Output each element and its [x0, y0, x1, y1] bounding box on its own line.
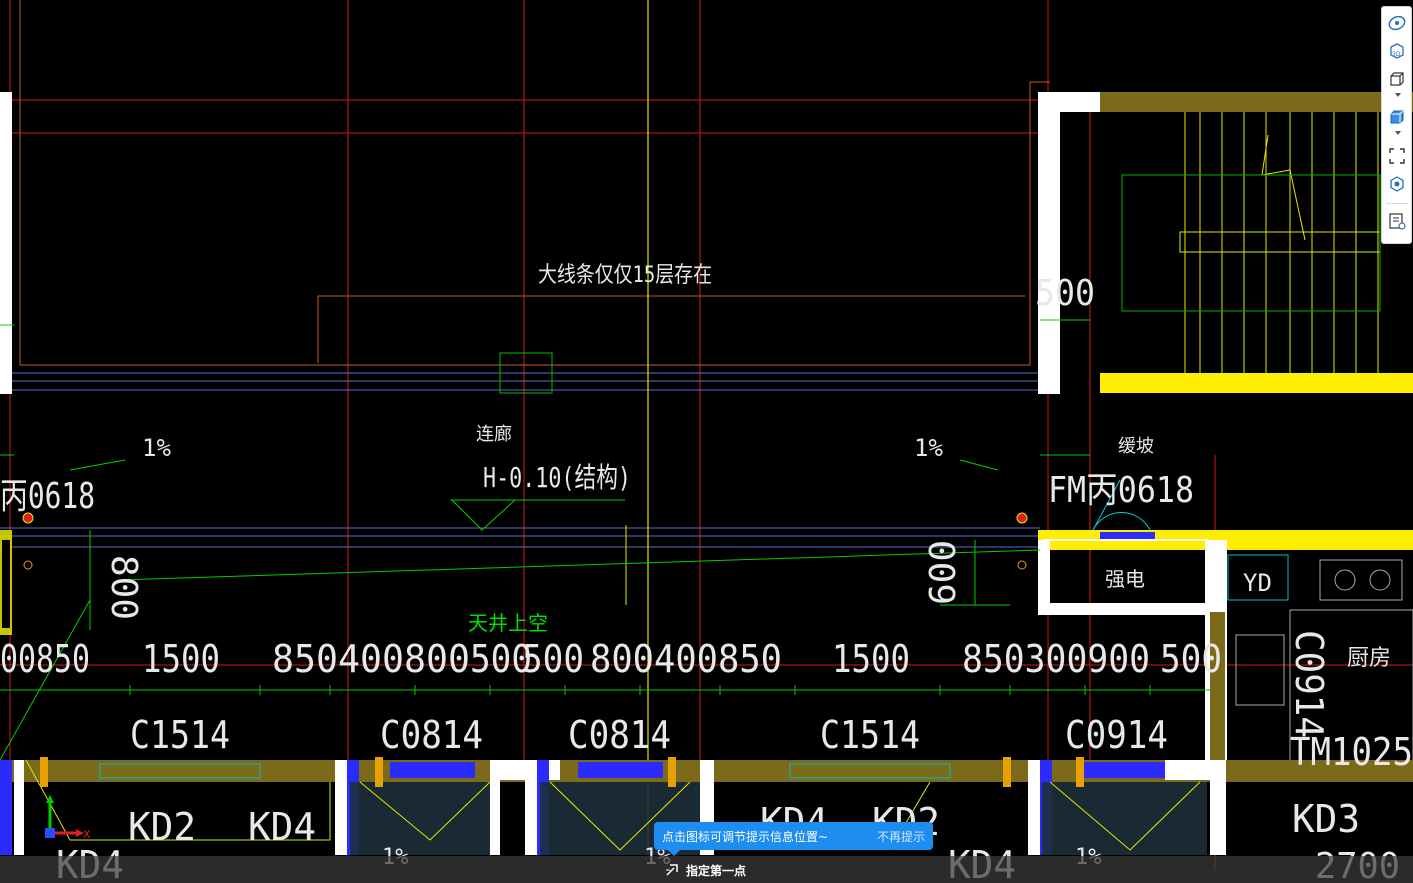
cad-drawing-canvas[interactable]: 大线条仅仅15层存在 连廊 H-0.10(结构) 1% 1% 丙0618 FM丙… — [0, 0, 1413, 883]
view-3d-icon: 3D — [1390, 43, 1404, 59]
orbit-button[interactable] — [1385, 12, 1409, 34]
elevation-symbol — [450, 499, 625, 531]
fullscreen-icon — [1389, 148, 1405, 164]
chevron-down-icon[interactable] — [1395, 131, 1401, 135]
command-prompt-text: 指定第一点 — [686, 863, 747, 878]
tip-dismiss-link[interactable]: 不再提示 — [877, 828, 925, 845]
window-label: C0814 — [380, 713, 483, 757]
door-left: 丙0618 — [0, 476, 95, 517]
dim-value: 850300900 — [962, 637, 1150, 681]
dimension-lines — [0, 319, 1210, 761]
dim-value: 1500 — [142, 637, 220, 681]
shaft-label: 天井上空 — [468, 611, 548, 635]
dim-600: 600 — [923, 540, 964, 605]
slope-right: 1% — [914, 434, 943, 462]
dim-800: 800 — [103, 555, 144, 620]
component-icon — [1390, 176, 1404, 192]
component-button[interactable] — [1385, 173, 1409, 195]
window-c0914-vertical: C0914 — [1287, 630, 1331, 738]
dim-value: 500 — [522, 637, 584, 681]
note-floor: 大线条仅仅15层存在 — [538, 263, 712, 288]
dim-value: 1500 — [832, 637, 910, 681]
dim-value: 00850 — [0, 637, 90, 681]
door-right: FM丙0618 — [1048, 470, 1194, 511]
ramp-label: 缓坡 — [1118, 436, 1154, 457]
room-kitchen: 厨房 — [1347, 646, 1391, 671]
room-yd: YD — [1243, 569, 1272, 597]
fullscreen-button[interactable] — [1385, 145, 1409, 167]
dim-value: 500 — [1160, 637, 1222, 681]
command-prompt: 指定第一点 — [664, 861, 746, 879]
kd-label: KD3 — [1292, 797, 1360, 841]
kd-label: KD2 — [128, 805, 196, 849]
view-3d-button[interactable]: 3D — [1385, 40, 1409, 62]
orbit-icon — [1388, 15, 1406, 31]
chevron-down-icon[interactable] — [1395, 93, 1401, 97]
door-tm-label: TM1025 — [1290, 730, 1413, 774]
tip-info-button[interactable] — [1385, 210, 1409, 232]
window-label: C1514 — [820, 713, 920, 757]
tip-message: 点击图标可调节提示信息位置~ — [662, 829, 829, 844]
view-cube-button[interactable] — [1385, 68, 1409, 90]
cube-solid-icon — [1390, 110, 1404, 124]
elevation-label: H-0.10(结构) — [483, 461, 631, 494]
dim-500: 500 — [1035, 273, 1095, 314]
window-label: C1514 — [130, 713, 230, 757]
ucs-x-label: X — [83, 828, 91, 841]
slope-left: 1% — [142, 434, 171, 462]
label-corridor: 连廊 — [476, 424, 512, 445]
tip-bubble: 点击图标可调节提示信息位置~ 不再提示 — [654, 822, 933, 856]
view-toolbar: 3D — [1381, 6, 1412, 244]
ucs-axis-icon: X — [45, 795, 91, 841]
info-list-icon — [1389, 213, 1406, 230]
pick-point-icon — [666, 864, 678, 876]
display-style-button[interactable] — [1385, 106, 1409, 128]
window-label: C0814 — [568, 713, 671, 757]
dim-value: 800400850 — [590, 637, 782, 681]
stair-room — [1038, 92, 1413, 394]
kd-label: KD4 — [248, 805, 316, 849]
room-power: 强电 — [1105, 567, 1145, 591]
left-wall — [0, 92, 12, 635]
dim-value: 850400800 — [272, 637, 470, 681]
cube-wire-icon — [1390, 72, 1404, 86]
svg-text:3D: 3D — [1392, 51, 1401, 58]
window-label: C0914 — [1065, 713, 1168, 757]
corridor-outline — [19, 0, 1050, 366]
dimension-values: 00850 1500 850400800 500 500 800400850 1… — [0, 637, 1222, 681]
